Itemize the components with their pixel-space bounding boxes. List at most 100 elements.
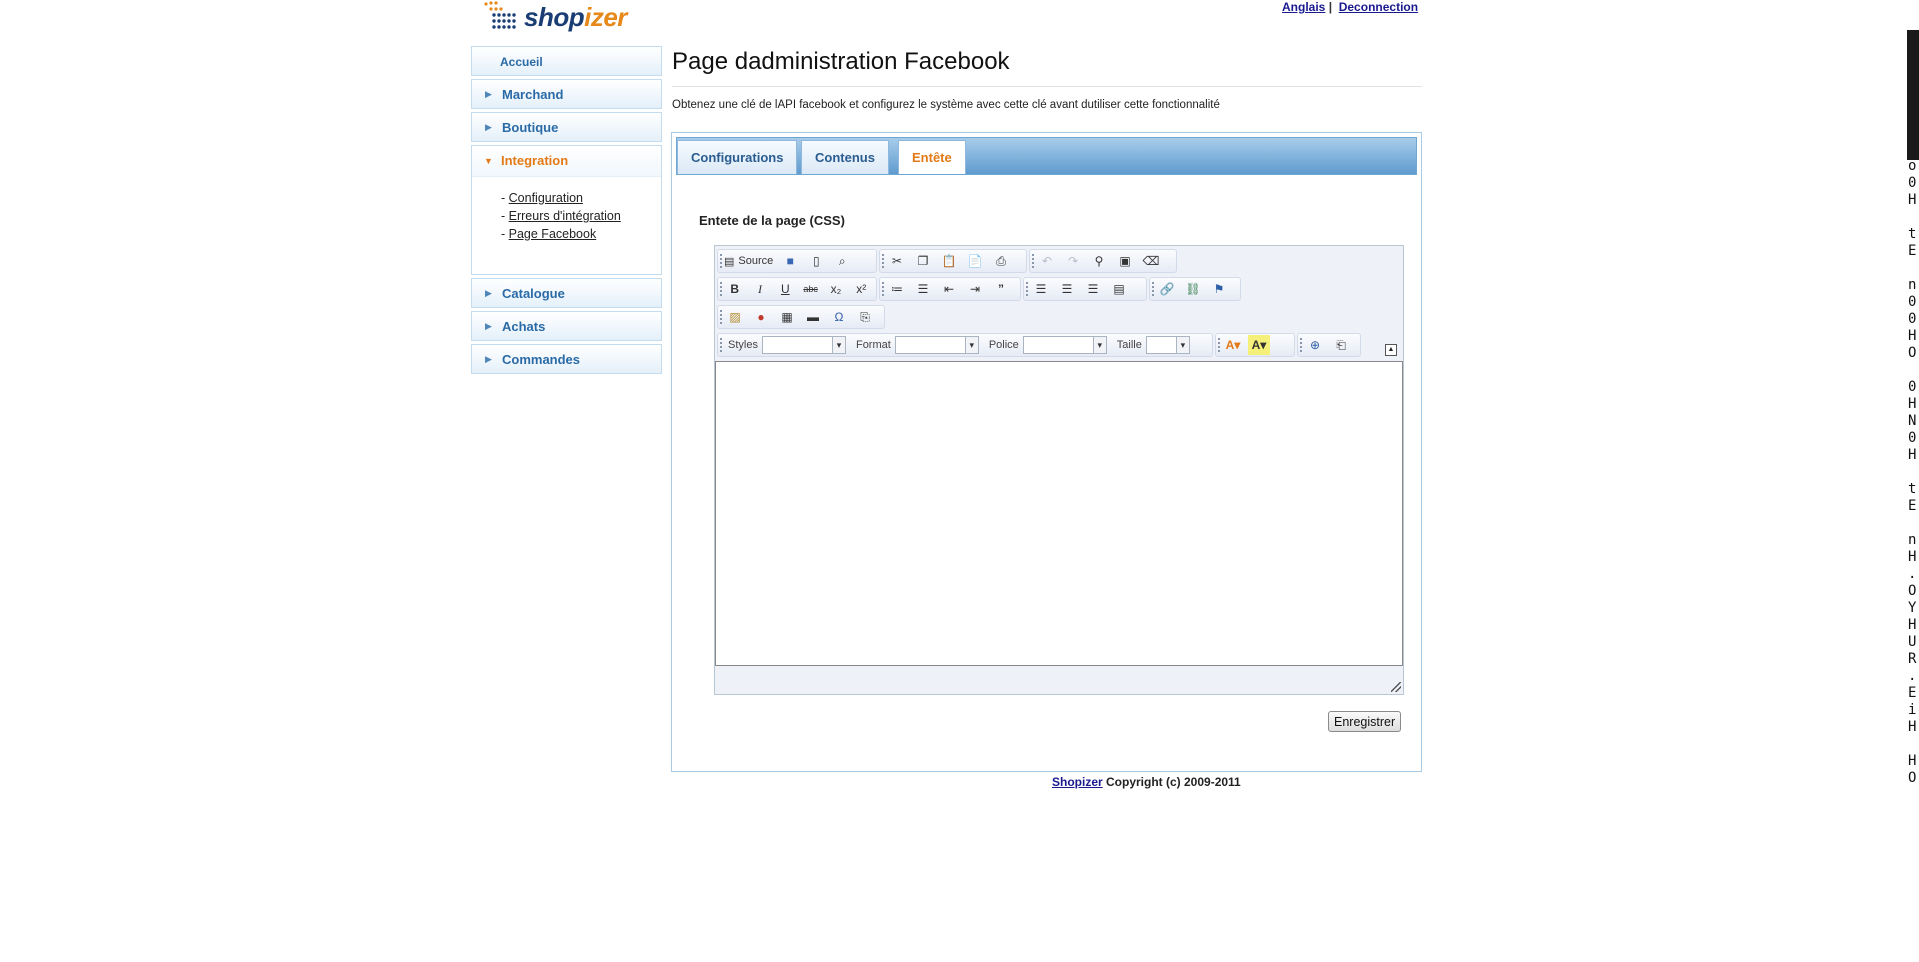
- horizontal-rule-icon[interactable]: ▬: [802, 307, 824, 327]
- styles-select[interactable]: [761, 336, 846, 354]
- font-label: Police: [988, 339, 1019, 351]
- blockquote-icon[interactable]: ”: [990, 279, 1012, 299]
- copy-icon[interactable]: ❐: [912, 251, 934, 271]
- sidebar-nav: Accueil ▶ Marchand ▶ Boutique ▼ Integrat…: [471, 46, 662, 377]
- sidebar-item-catalogue[interactable]: ▶ Catalogue: [471, 278, 662, 308]
- sidebar-item-commandes[interactable]: ▶ Commandes: [471, 344, 662, 374]
- subscript-icon[interactable]: x₂: [825, 279, 846, 299]
- unlink-icon[interactable]: ⛓: [1182, 279, 1204, 299]
- submenu-link-integration-errors[interactable]: Erreurs d'intégration: [509, 209, 621, 223]
- image-icon[interactable]: ▨: [724, 307, 746, 327]
- table-icon[interactable]: ▦: [776, 307, 798, 327]
- format-select[interactable]: [894, 336, 979, 354]
- logo-text: shopizer: [524, 2, 627, 32]
- resize-handle-icon[interactable]: [1391, 682, 1401, 692]
- submenu-item: - Erreurs d'intégration: [501, 209, 621, 223]
- section-label: Entete de la page (CSS): [699, 213, 845, 228]
- chevron-right-icon: ▶: [485, 321, 492, 331]
- chevron-right-icon: ▶: [485, 89, 492, 99]
- bold-icon[interactable]: B: [724, 279, 745, 299]
- link-icon[interactable]: 🔗: [1156, 279, 1178, 299]
- page-description: Obtenez une clé de lAPI facebook et conf…: [672, 99, 1220, 111]
- preview-icon[interactable]: ⌕: [831, 251, 853, 271]
- toolbar-group-edit: ↶ ↷ ⚲ ▣ ⌫: [1029, 249, 1177, 273]
- indent-icon[interactable]: ⇥: [964, 279, 986, 299]
- undo-icon[interactable]: ↶: [1036, 251, 1058, 271]
- sidebar-item-label: Boutique: [502, 120, 559, 135]
- submenu-item: - Configuration: [501, 191, 583, 205]
- italic-icon[interactable]: I: [749, 279, 770, 299]
- align-justify-icon[interactable]: ▤: [1108, 279, 1130, 299]
- logout-link[interactable]: Deconnection: [1339, 0, 1418, 14]
- strikethrough-icon[interactable]: abc: [800, 279, 821, 299]
- toolbar-group-document: ▤ Source ■ ▯ ⌕: [717, 249, 877, 273]
- sidebar-section-integration: ▼ Integration - Configuration - Erreurs …: [471, 145, 662, 275]
- source-icon: ▤: [724, 255, 735, 268]
- collapse-toolbar-icon[interactable]: ▲: [1385, 344, 1397, 356]
- remove-format-icon[interactable]: ⌫: [1140, 251, 1162, 271]
- chevron-right-icon: ▶: [485, 354, 492, 364]
- submenu-link-facebook-page[interactable]: Page Facebook: [509, 227, 597, 241]
- tab-entete[interactable]: Entête: [898, 140, 966, 174]
- sidebar-item-label: Commandes: [502, 352, 581, 367]
- sidebar-item-integration[interactable]: ▼ Integration: [472, 146, 661, 177]
- styles-label: Styles: [728, 339, 758, 351]
- flash-icon[interactable]: ●: [750, 307, 772, 327]
- footer-copyright: Shopizer Copyright (c) 2009-2011: [1052, 775, 1241, 789]
- sidebar-item-achats[interactable]: ▶ Achats: [471, 311, 662, 341]
- outdent-icon[interactable]: ⇤: [938, 279, 960, 299]
- superscript-icon[interactable]: x²: [851, 279, 872, 299]
- special-char-icon[interactable]: Ω: [828, 307, 850, 327]
- toolbar-group-styles: Styles Format Police Taille: [717, 333, 1213, 357]
- toolbar-group-tools: ⊕ ⎗: [1297, 333, 1361, 357]
- maximize-icon[interactable]: ⊕: [1304, 335, 1326, 355]
- page-break-icon[interactable]: ⎘: [854, 307, 876, 327]
- save-button[interactable]: Enregistrer: [1328, 711, 1402, 732]
- paste-icon[interactable]: 📋: [938, 251, 960, 271]
- toolbar-group-colors: A▾ A▾: [1215, 333, 1295, 357]
- show-blocks-icon[interactable]: ⎗: [1330, 335, 1352, 355]
- submenu-link-configuration[interactable]: Configuration: [509, 191, 583, 205]
- page-title: Page dadministration Facebook: [672, 48, 1010, 75]
- sidebar-item-boutique[interactable]: ▶ Boutique: [471, 112, 662, 142]
- align-left-icon[interactable]: ☰: [1030, 279, 1052, 299]
- align-right-icon[interactable]: ☰: [1082, 279, 1104, 299]
- chevron-down-icon: ▼: [484, 156, 493, 166]
- editor-content-area[interactable]: [715, 361, 1403, 666]
- redo-icon[interactable]: ↷: [1062, 251, 1084, 271]
- anchor-flag-icon[interactable]: ⚑: [1208, 279, 1230, 299]
- new-page-icon[interactable]: ▯: [805, 251, 827, 271]
- sidebar-item-accueil[interactable]: Accueil: [471, 46, 662, 76]
- underline-icon[interactable]: U: [775, 279, 796, 299]
- tab-configurations[interactable]: Configurations: [677, 140, 798, 174]
- numbered-list-icon[interactable]: ≔: [886, 279, 908, 299]
- font-select[interactable]: [1022, 336, 1107, 354]
- find-icon[interactable]: ⚲: [1088, 251, 1110, 271]
- source-label: Source: [738, 255, 774, 267]
- print-icon[interactable]: ⎙: [990, 251, 1012, 271]
- sidebar-item-label: Catalogue: [502, 286, 565, 301]
- source-button[interactable]: ▤ Source: [724, 255, 773, 268]
- background-color-icon[interactable]: A▾: [1248, 335, 1270, 355]
- terminal-text: o 0 H t E n 0 0 H O 0 H N 0 H t E n H . …: [1908, 158, 1917, 786]
- tab-contenus[interactable]: Contenus: [801, 140, 889, 174]
- top-links: Anglais | Deconnection: [1282, 0, 1418, 14]
- language-link[interactable]: Anglais: [1282, 0, 1325, 14]
- editor-status-bar: [715, 666, 1403, 694]
- sidebar-item-marchand[interactable]: ▶ Marchand: [471, 79, 662, 109]
- cut-icon[interactable]: ✂: [886, 251, 908, 271]
- copyright-text: Copyright (c) 2009-2011: [1106, 775, 1241, 789]
- title-divider: [672, 86, 1422, 87]
- sidebar-item-label: Marchand: [502, 87, 564, 102]
- select-all-icon[interactable]: ▣: [1114, 251, 1136, 271]
- size-select[interactable]: [1145, 336, 1190, 354]
- paste-text-icon[interactable]: 📄: [964, 251, 986, 271]
- sidebar-item-label: Achats: [502, 319, 546, 334]
- text-color-icon[interactable]: A▾: [1222, 335, 1244, 355]
- save-icon[interactable]: ■: [779, 251, 801, 271]
- shopizer-link[interactable]: Shopizer: [1052, 775, 1103, 789]
- tab-panel: Configurations Contenus Entête Entete de…: [671, 132, 1422, 772]
- bulleted-list-icon[interactable]: ☰: [912, 279, 934, 299]
- toolbar-group-insert: ▨ ● ▦ ▬ Ω ⎘: [717, 305, 885, 329]
- align-center-icon[interactable]: ☰: [1056, 279, 1078, 299]
